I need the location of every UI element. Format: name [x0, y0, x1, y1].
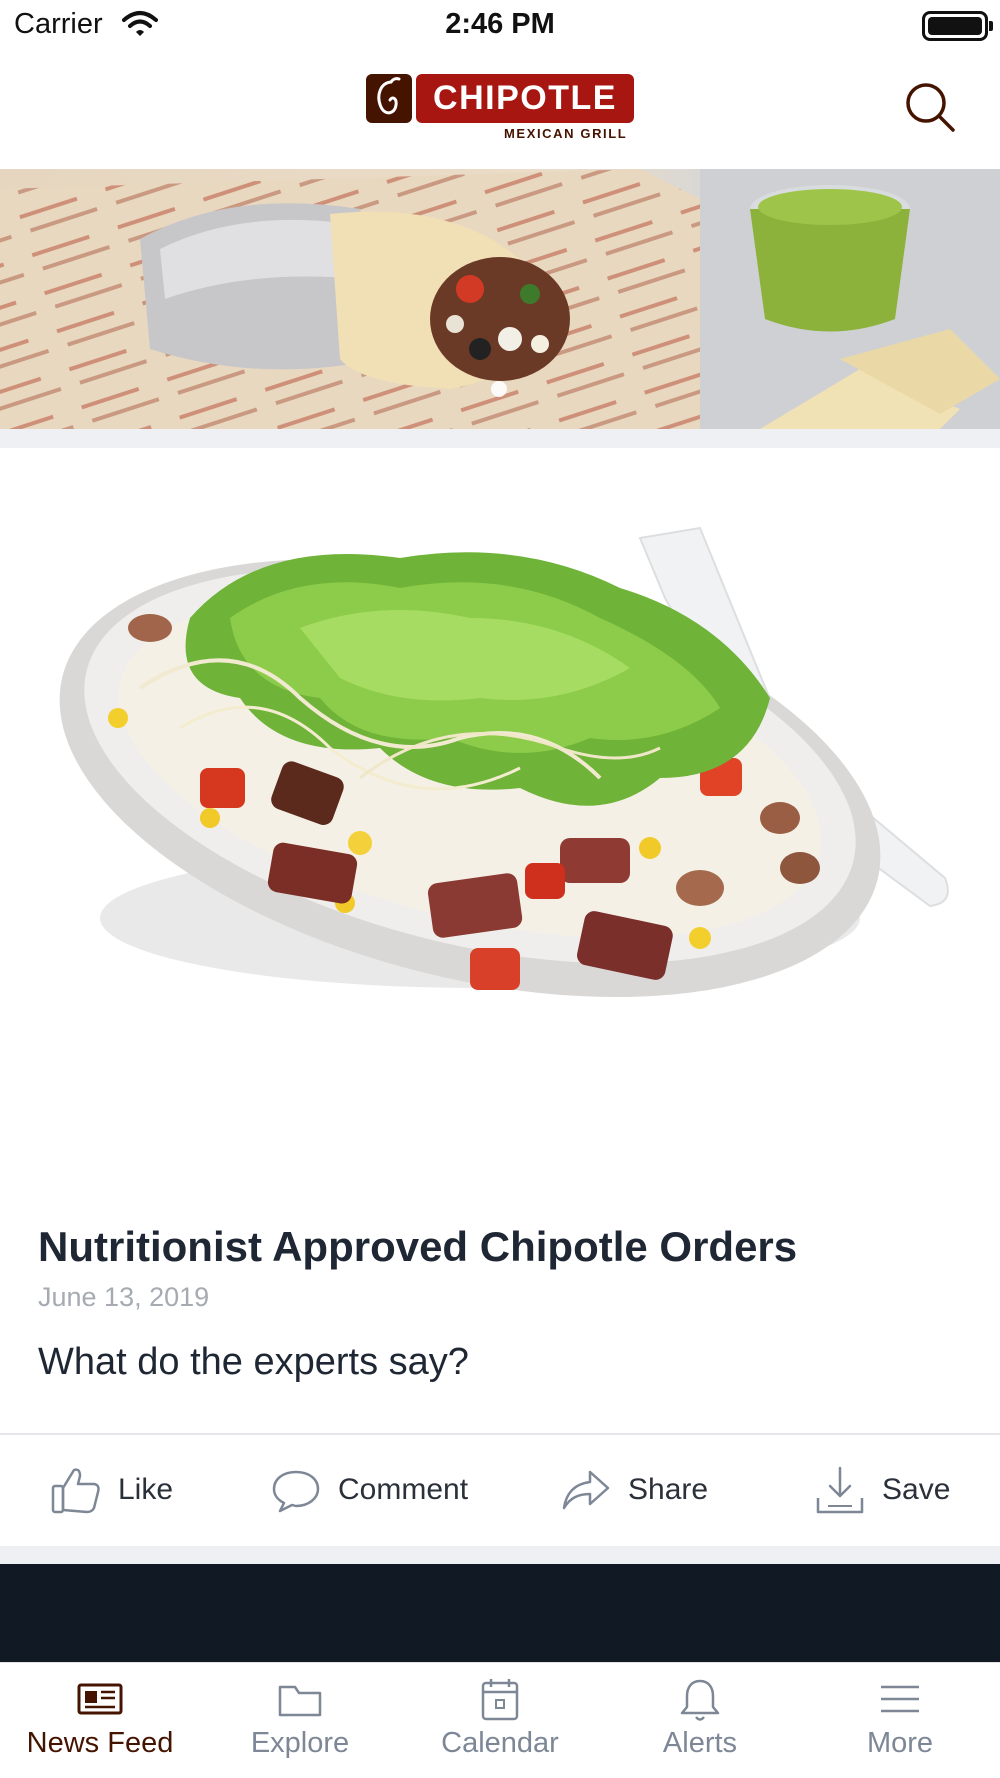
comment-label: Comment [338, 1473, 469, 1506]
post-date: June 13, 2019 [38, 1282, 210, 1312]
tab-explore[interactable]: Explore [200, 1663, 400, 1778]
share-label: Share [628, 1473, 709, 1506]
like-label: Like [118, 1473, 174, 1506]
download-tray-icon [816, 1466, 864, 1514]
calendar-icon [481, 1679, 519, 1721]
tab-label: Alerts [662, 1727, 738, 1759]
save-label: Save [882, 1473, 951, 1506]
section-separator [0, 1546, 1000, 1564]
logo-subtitle: MEXICAN GRILL [504, 126, 628, 141]
battery-icon [922, 11, 993, 41]
post-title[interactable]: Nutritionist Approved Chipotle Orders [38, 1223, 978, 1271]
save-button[interactable]: Save [814, 1435, 950, 1545]
logo-wordmark: CHIPOTLE [416, 74, 634, 123]
thumbs-up-icon [51, 1468, 100, 1514]
bell-icon [680, 1679, 720, 1721]
speech-bubble-icon [272, 1470, 320, 1513]
tab-more[interactable]: More [800, 1663, 1000, 1778]
status-bar: Carrier 2:46 PM [0, 0, 1000, 52]
post-description: What do the experts say? [38, 1341, 469, 1383]
comment-button[interactable]: Comment [270, 1435, 468, 1545]
chipotle-logo: CHIPOTLE MEXICAN GRILL [366, 74, 634, 146]
tab-label: Calendar [441, 1727, 559, 1759]
tab-label: More [866, 1727, 934, 1759]
news-post-card[interactable]: Nutritionist Approved Chipotle Orders Ju… [0, 448, 1000, 1546]
tab-alerts[interactable]: Alerts [600, 1663, 800, 1778]
tab-bar: News Feed Explore Calendar Alerts More [0, 1662, 1000, 1778]
clock: 2:46 PM [445, 8, 555, 40]
newspaper-icon [77, 1683, 123, 1715]
tab-news-feed[interactable]: News Feed [0, 1663, 200, 1778]
share-arrow-icon [562, 1470, 610, 1510]
like-button[interactable]: Like [50, 1435, 173, 1545]
tab-label: News Feed [26, 1727, 174, 1759]
section-separator [0, 429, 1000, 448]
post-actions: Like Comment Share Save [0, 1435, 1000, 1545]
next-post-card[interactable] [0, 1564, 1000, 1662]
hamburger-menu-icon [881, 1685, 919, 1713]
carousel-page-dot[interactable] [491, 381, 507, 397]
burrito-bowl-image [0, 448, 1000, 1148]
tab-calendar[interactable]: Calendar [400, 1663, 600, 1778]
app-header: CHIPOTLE MEXICAN GRILL [0, 52, 1000, 169]
pepper-logo-icon [366, 74, 412, 123]
tab-label: Explore [250, 1727, 350, 1759]
search-icon[interactable] [903, 80, 959, 136]
folder-icon [278, 1685, 322, 1717]
share-button[interactable]: Share [560, 1435, 708, 1545]
